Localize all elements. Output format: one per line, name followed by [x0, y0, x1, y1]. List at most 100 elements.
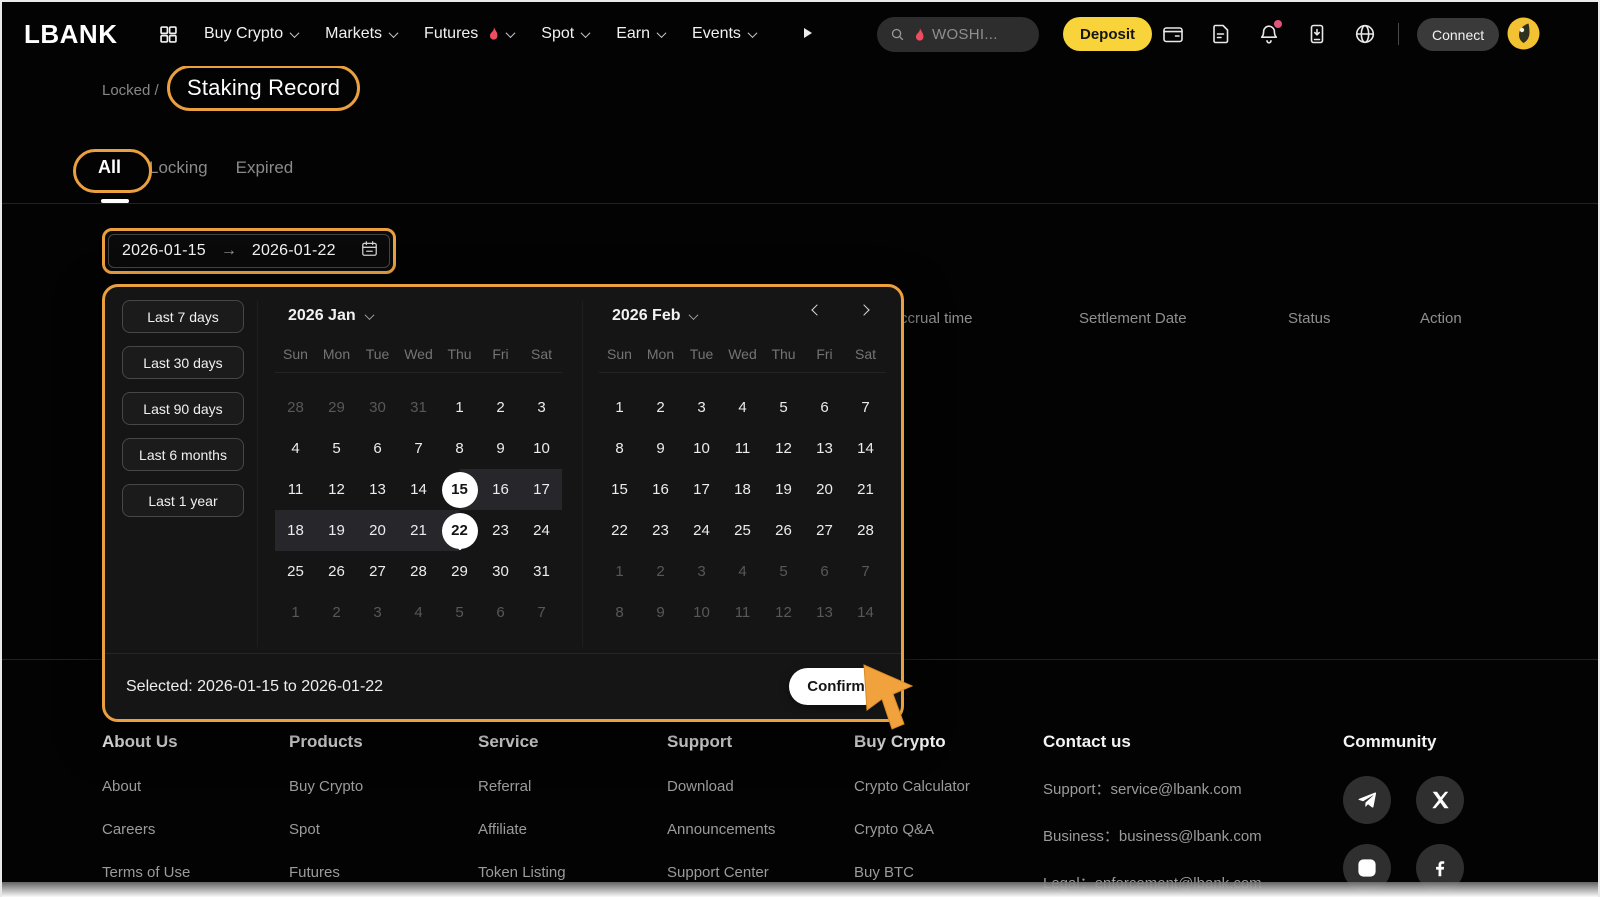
footer-link[interactable]: Referral: [478, 778, 566, 795]
calendar-cell[interactable]: 6: [357, 428, 398, 469]
quick-range-last-30-days[interactable]: Last 30 days: [122, 346, 244, 379]
calendar-cell[interactable]: 21: [398, 510, 439, 551]
app-download-icon[interactable]: [1305, 22, 1329, 46]
calendar-cell[interactable]: 28: [398, 551, 439, 592]
bell-icon[interactable]: [1257, 22, 1281, 46]
lbank-logo[interactable]: LBANK: [24, 19, 118, 50]
calendar-cell[interactable]: 1: [599, 551, 640, 592]
calendar-cell[interactable]: 29: [439, 551, 480, 592]
calendar-cell[interactable]: 6: [804, 387, 845, 428]
calendar-cell[interactable]: 1: [275, 592, 316, 633]
calendar-cell[interactable]: 24: [681, 510, 722, 551]
breadcrumb[interactable]: Locked /: [102, 82, 159, 99]
calendar-cell[interactable]: 12: [763, 428, 804, 469]
wallet-icon[interactable]: [1161, 22, 1185, 46]
calendar-cell[interactable]: 16: [480, 469, 521, 510]
calendar-cell[interactable]: 13: [804, 592, 845, 633]
calendar-cell[interactable]: 5: [316, 428, 357, 469]
footer-link[interactable]: About: [102, 778, 190, 795]
calendar-cell[interactable]: 5: [763, 551, 804, 592]
calendar-cell[interactable]: 1: [599, 387, 640, 428]
footer-link[interactable]: Download: [667, 778, 775, 795]
calendar-cell[interactable]: 6: [480, 592, 521, 633]
footer-link[interactable]: Affiliate: [478, 821, 566, 838]
footer-link[interactable]: Crypto Q&A: [854, 821, 970, 838]
calendar-cell[interactable]: 11: [722, 428, 763, 469]
calendar-cell[interactable]: 10: [521, 428, 562, 469]
x-icon[interactable]: [1416, 776, 1464, 824]
quick-range-last-6-months[interactable]: Last 6 months: [122, 438, 244, 471]
nav-item-earn[interactable]: Earn: [616, 25, 665, 43]
prev-month-button[interactable]: [813, 306, 823, 316]
nav-item-futures[interactable]: Futures: [424, 25, 514, 43]
calendar-cell[interactable]: 26: [763, 510, 804, 551]
user-avatar[interactable]: [1507, 17, 1540, 50]
calendar-cell[interactable]: 3: [681, 387, 722, 428]
calendar-cell[interactable]: 27: [804, 510, 845, 551]
calendar-cell[interactable]: 3: [521, 387, 562, 428]
calendar-cell[interactable]: 3: [681, 551, 722, 592]
calendar-cell[interactable]: 2: [316, 592, 357, 633]
calendar-cell[interactable]: 8: [599, 592, 640, 633]
calendar-cell[interactable]: 9: [640, 592, 681, 633]
calendar-cell[interactable]: 8: [599, 428, 640, 469]
calendar-cell[interactable]: 8: [439, 428, 480, 469]
date-range-input[interactable]: 2026-01-15 → 2026-01-22: [102, 228, 396, 274]
footer-link[interactable]: Buy BTC: [854, 864, 970, 881]
calendar-cell[interactable]: 30: [357, 387, 398, 428]
month-header[interactable]: 2026 Feb: [612, 306, 889, 326]
calendar-cell[interactable]: 3: [357, 592, 398, 633]
calendar-cell[interactable]: 12: [763, 592, 804, 633]
calendar-cell[interactable]: 2: [640, 551, 681, 592]
calendar-cell[interactable]: 6: [804, 551, 845, 592]
footer-link[interactable]: Spot: [289, 821, 363, 838]
calendar-cell[interactable]: 4: [722, 387, 763, 428]
calendar-cell[interactable]: 7: [398, 428, 439, 469]
calendar-cell[interactable]: 24: [521, 510, 562, 551]
calendar-cell[interactable]: 16: [640, 469, 681, 510]
calendar-cell[interactable]: 13: [357, 469, 398, 510]
telegram-icon[interactable]: [1343, 776, 1391, 824]
calendar-cell[interactable]: 26: [316, 551, 357, 592]
footer-link[interactable]: Token Listing: [478, 864, 566, 881]
calendar-cell[interactable]: 2: [480, 387, 521, 428]
calendar-cell[interactable]: 30: [480, 551, 521, 592]
calendar-cell[interactable]: 14: [845, 428, 886, 469]
nav-item-spot[interactable]: Spot: [541, 25, 589, 43]
footer-link[interactable]: Careers: [102, 821, 190, 838]
calendar-cell[interactable]: 5: [439, 592, 480, 633]
calendar-cell[interactable]: 31: [521, 551, 562, 592]
calendar-cell[interactable]: 7: [845, 551, 886, 592]
calendar-cell[interactable]: 4: [275, 428, 316, 469]
nav-item-events[interactable]: Events: [692, 25, 756, 43]
calendar-cell[interactable]: 31: [398, 387, 439, 428]
footer-link[interactable]: Business：business@lbank.com: [1043, 825, 1262, 846]
calendar-cell[interactable]: 28: [275, 387, 316, 428]
calendar-cell[interactable]: 20: [357, 510, 398, 551]
calendar-cell[interactable]: 19: [316, 510, 357, 551]
globe-icon[interactable]: [1353, 22, 1377, 46]
tab-locking[interactable]: Locking: [149, 158, 208, 178]
calendar-cell[interactable]: 4: [722, 551, 763, 592]
footer-link[interactable]: Announcements: [667, 821, 775, 838]
calendar-cell[interactable]: 27: [357, 551, 398, 592]
calendar-cell[interactable]: 9: [480, 428, 521, 469]
calendar-cell[interactable]: 25: [275, 551, 316, 592]
footer-link[interactable]: Support：service@lbank.com: [1043, 778, 1262, 799]
footer-link[interactable]: Terms of Use: [102, 864, 190, 881]
quick-range-last-7-days[interactable]: Last 7 days: [122, 300, 244, 333]
calendar-cell[interactable]: 23: [640, 510, 681, 551]
calendar-cell[interactable]: 23: [480, 510, 521, 551]
calendar-cell[interactable]: 14: [845, 592, 886, 633]
calendar-cell[interactable]: 29: [316, 387, 357, 428]
apps-grid-icon[interactable]: [158, 24, 179, 50]
month-header[interactable]: 2026 Jan: [288, 306, 565, 326]
tab-all[interactable]: All: [98, 157, 121, 178]
nav-more-arrow-icon[interactable]: [804, 28, 812, 38]
quick-range-last-90-days[interactable]: Last 90 days: [122, 392, 244, 425]
calendar-cell[interactable]: 18: [275, 510, 316, 551]
orders-icon[interactable]: [1209, 22, 1233, 46]
footer-link[interactable]: Support Center: [667, 864, 775, 881]
footer-link[interactable]: Buy Crypto: [289, 778, 363, 795]
connect-wallet-button[interactable]: Connect: [1417, 18, 1499, 51]
